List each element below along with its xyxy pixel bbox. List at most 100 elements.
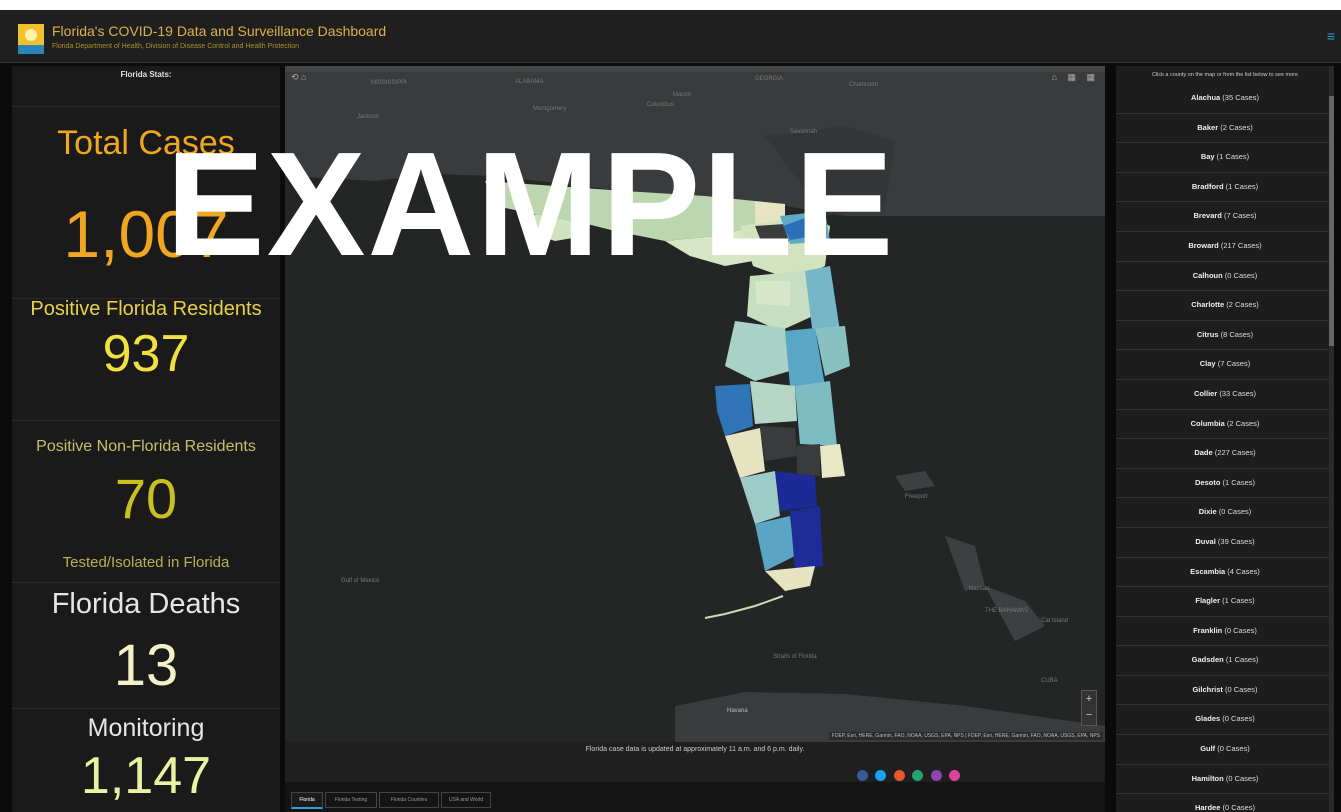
map-toolbar-left[interactable]: ⟲ ⌂ <box>291 72 306 83</box>
list-item[interactable]: Gilchrist (0 Cases) <box>1116 676 1334 706</box>
martin-stlucie-counties[interactable] <box>820 444 845 478</box>
charlotte-lee-counties[interactable] <box>740 471 780 524</box>
menu-icon[interactable]: ≡ <box>1327 28 1335 44</box>
list-item[interactable]: Citrus (8 Cases) <box>1116 321 1334 351</box>
map-attribution: FDEP, Esri, HERE, Garmin, FAO, NOAA, USG… <box>828 732 1103 740</box>
list-item[interactable]: Collier (33 Cases) <box>1116 380 1334 410</box>
county-list-panel: Click a county on the map or from the li… <box>1116 66 1334 812</box>
hillsborough-pinellas-counties[interactable] <box>715 384 753 436</box>
county-list-instructions: Click a county on the map or from the li… <box>1151 72 1299 78</box>
broward-dade-counties[interactable] <box>790 506 823 571</box>
top-bar: Florida's COVID-19 Data and Surveillance… <box>0 10 1341 63</box>
non-residents-value: 70 <box>114 467 178 530</box>
west-central-counties[interactable] <box>725 321 790 381</box>
zoom-in-button[interactable]: + <box>1082 691 1096 707</box>
list-item[interactable]: Franklin (0 Cases) <box>1116 617 1334 647</box>
map-label-nassau: Nassau <box>969 586 990 592</box>
manatee-sarasota-counties[interactable] <box>725 428 765 478</box>
county-case-count: (1 Cases) <box>1222 596 1255 606</box>
list-item[interactable]: Duval (39 Cases) <box>1116 528 1334 558</box>
twitter-icon[interactable] <box>875 770 887 781</box>
list-item[interactable]: Calhoun (0 Cases) <box>1116 262 1334 292</box>
divider <box>12 582 280 583</box>
sun-icon <box>25 29 37 41</box>
county-case-count: (1 Cases) <box>1222 477 1256 487</box>
map-top-edge <box>285 66 1105 72</box>
list-item[interactable]: Charlotte (2 Cases) <box>1116 291 1334 321</box>
reddit-icon[interactable] <box>893 770 905 781</box>
map-label-mississippi: MISSISSIPPI <box>371 80 407 86</box>
list-item[interactable]: Flagler (1 Cases) <box>1116 587 1334 617</box>
list-item[interactable]: Bay (1 Cases) <box>1116 143 1334 173</box>
glades-zero-county[interactable] <box>797 444 820 476</box>
update-info-bar: Florida case data is updated at approxim… <box>285 742 1105 782</box>
tab-florida-testing[interactable]: Florida Testing <box>325 792 377 808</box>
map-label-straits-of-florida: Straits of Florida <box>773 654 817 660</box>
bahamas-islands <box>945 536 985 591</box>
county-name: Bradford <box>1191 181 1224 191</box>
link-icon[interactable] <box>949 770 961 781</box>
map-toolbar-right[interactable]: ⌂ ▦ ▦ <box>1052 72 1099 83</box>
county-name: Charlotte <box>1191 300 1225 310</box>
list-item[interactable]: Columbia (2 Cases) <box>1116 410 1334 440</box>
list-item[interactable]: Gulf (0 Cases) <box>1116 735 1334 765</box>
map-label-macon: Macon <box>673 92 692 98</box>
facebook-icon[interactable] <box>857 770 868 781</box>
county-name: Hamilton <box>1191 773 1224 783</box>
county-name: Columbia <box>1190 418 1225 428</box>
monitoring-value: 1,147 <box>80 747 212 805</box>
share-icon[interactable] <box>912 770 924 781</box>
list-item[interactable]: Dixie (0 Cases) <box>1116 498 1334 528</box>
collier-county[interactable] <box>755 516 795 571</box>
list-item[interactable]: Hamilton (0 Cases) <box>1116 765 1334 795</box>
list-item[interactable]: Desoto (1 Cases) <box>1116 469 1334 499</box>
palm-beach-county[interactable] <box>775 471 817 511</box>
tab-florida[interactable]: Florida <box>291 792 323 809</box>
list-item[interactable]: Baker (2 Cases) <box>1116 114 1334 144</box>
zoom-control[interactable]: + − <box>1081 690 1097 726</box>
map-label-columbus: Columbus <box>647 102 675 108</box>
county-name: Collier <box>1193 388 1218 398</box>
county-case-count: (1 Cases) <box>1225 655 1259 665</box>
list-item[interactable]: Clay (7 Cases) <box>1116 350 1334 380</box>
county-case-count: (1 Cases) <box>1225 181 1259 191</box>
positive-residents-label: Positive Florida Residents <box>30 298 262 320</box>
stats-header: Florida Stats: <box>120 70 172 79</box>
list-item[interactable]: Brevard (7 Cases) <box>1116 202 1334 232</box>
monroe-county[interactable] <box>765 566 815 591</box>
county-name: Bay <box>1200 152 1215 162</box>
county-case-count: (4 Cases) <box>1227 566 1260 576</box>
list-item[interactable]: Broward (217 Cases) <box>1116 232 1334 262</box>
county-name: Citrus <box>1196 329 1219 339</box>
tab-florida-counties[interactable]: Florida Counties <box>379 792 439 808</box>
county-case-count: (7 Cases) <box>1217 359 1251 369</box>
instagram-icon[interactable] <box>930 770 942 781</box>
county-list-scrollbar[interactable] <box>1329 66 1334 812</box>
water-icon <box>18 45 44 54</box>
dashboard-tabs: Florida Florida Testing Florida Counties… <box>285 782 1105 812</box>
county-name: Desoto <box>1194 477 1221 487</box>
county-case-count: (227 Cases) <box>1214 448 1256 458</box>
county-name: Hardee <box>1194 803 1221 812</box>
list-item[interactable]: Glades (0 Cases) <box>1116 705 1334 736</box>
list-item[interactable]: Escambia (4 Cases) <box>1116 558 1334 588</box>
hardee-zero-county[interactable] <box>760 426 797 461</box>
list-item[interactable]: Alachua (35 Cases) <box>1116 84 1334 114</box>
zoom-out-button[interactable]: − <box>1082 707 1096 723</box>
map-label-cat-island: Cat Island <box>1041 618 1069 624</box>
map-label-charleston: Charleston <box>849 82 879 88</box>
list-item[interactable]: Gadsden (1 Cases) <box>1116 646 1334 676</box>
county-case-count: (0 Cases) <box>1218 507 1252 517</box>
list-item[interactable]: Dade (227 Cases) <box>1116 439 1334 469</box>
map-label-montgomery: Montgomery <box>533 106 567 112</box>
county-name: Calhoun <box>1192 270 1223 280</box>
map-label-the-bahamas: THE BAHAMAS <box>985 608 1029 614</box>
polk-region-counties[interactable] <box>750 381 797 424</box>
list-item[interactable]: Bradford (1 Cases) <box>1116 173 1334 203</box>
county-case-count: (0 Cases) <box>1225 773 1259 783</box>
tab-usa-and-world[interactable]: USA and World <box>441 792 491 808</box>
scrollbar-thumb[interactable] <box>1329 96 1334 346</box>
county-case-count: (1 Cases) <box>1216 152 1250 162</box>
osceola-region-counties[interactable] <box>795 381 837 446</box>
list-item[interactable]: Hardee (0 Cases) <box>1116 794 1334 812</box>
